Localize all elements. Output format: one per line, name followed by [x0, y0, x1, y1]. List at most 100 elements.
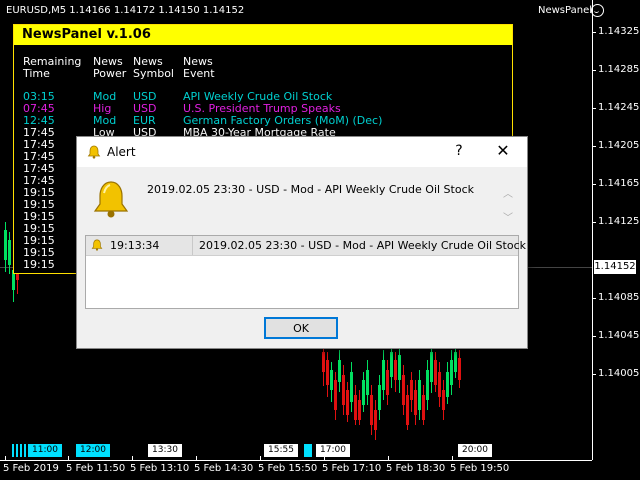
candle-body	[446, 372, 449, 397]
price-axis-tick	[592, 374, 596, 375]
time-axis-label: 5 Feb 14:30	[194, 463, 254, 474]
price-axis-tick	[592, 32, 596, 33]
candle-body	[382, 360, 385, 390]
time-axis-tick	[5, 456, 6, 460]
candle-body	[330, 370, 333, 390]
time-axis-label: 5 Feb 2019	[3, 463, 59, 474]
time-axis-tick	[132, 456, 133, 460]
news-marker-bar	[24, 444, 26, 457]
time-axis-tick	[68, 456, 69, 460]
time-axis-label: 5 Feb 11:50	[66, 463, 126, 474]
candle-body	[366, 370, 369, 395]
news-time-marker[interactable]: 13:30	[148, 444, 182, 457]
candle-body	[390, 352, 393, 377]
panel-name-label: NewsPanel	[538, 5, 592, 16]
candle-body	[338, 360, 341, 382]
news-marker-bar	[20, 444, 22, 457]
header-time: Time	[23, 67, 50, 80]
time-axis-label: 5 Feb 18:30	[386, 463, 446, 474]
price-axis-tick	[592, 184, 596, 185]
time-axis	[0, 460, 592, 461]
candle-body	[350, 372, 353, 402]
candle-body	[434, 360, 437, 385]
price-axis-tick	[592, 298, 596, 299]
header-power: Power	[93, 67, 127, 80]
dialog-titlebar[interactable]: Alert ? ✕	[77, 137, 527, 167]
candle-body	[334, 380, 337, 410]
price-axis-label: 1.14085	[598, 292, 640, 303]
candle-body	[394, 360, 397, 380]
price-axis-label: 1.14325	[598, 26, 640, 37]
candle-body	[454, 352, 457, 372]
candle-body	[406, 395, 409, 425]
list-item[interactable]: 19:13:34 2019.02.05 23:30 - USD - Mod - …	[86, 236, 526, 256]
symbol-info: EURUSD,M5 1.14166 1.14172 1.14150 1.1415…	[6, 5, 245, 16]
price-axis-label: 1.14045	[598, 330, 640, 341]
current-price-label: 1.14152	[594, 260, 636, 274]
candle-body	[374, 410, 377, 430]
news-panel-title: NewsPanel v.1.06	[14, 25, 512, 45]
time-axis-tick	[452, 456, 453, 460]
candle-body	[442, 390, 445, 410]
candle-body	[354, 395, 357, 420]
column-divider	[192, 236, 193, 255]
ok-button[interactable]: OK	[264, 317, 338, 339]
list-item-message: 2019.02.05 23:30 - USD - Mod - API Weekl…	[199, 239, 527, 252]
time-axis-tick	[196, 456, 197, 460]
list-item-time: 19:13:34	[110, 239, 160, 252]
news-time-marker[interactable]: 11:00	[28, 444, 62, 457]
price-axis-tick	[592, 222, 596, 223]
candle-body	[370, 395, 373, 425]
candle-body	[342, 375, 345, 405]
candle-body	[4, 230, 7, 260]
candle-body	[410, 380, 413, 400]
header-symbol: Symbol	[133, 67, 174, 80]
candle-body	[362, 380, 365, 405]
alert-message: 2019.02.05 23:30 - USD - Mod - API Weekl…	[147, 183, 475, 196]
scroll-up-icon[interactable]: ︿	[503, 185, 513, 200]
candle-body	[438, 372, 441, 397]
time-axis-label: 5 Feb 19:50	[450, 463, 510, 474]
alert-dialog[interactable]: Alert ? ✕ 2019.02.05 23:30 - USD - Mod -…	[76, 136, 528, 349]
news-time-marker[interactable]: 15:55	[264, 444, 298, 457]
bell-icon	[87, 145, 101, 159]
candle-body	[430, 352, 433, 382]
price-axis-tick	[592, 70, 596, 71]
news-time-marker[interactable]: 12:00	[76, 444, 110, 457]
candle-body	[8, 240, 11, 265]
header-event: Event	[183, 67, 215, 80]
news-time-marker[interactable]: 17:00	[316, 444, 350, 457]
candle-body	[378, 385, 381, 410]
news-time-marker[interactable]: 20:00	[458, 444, 492, 457]
time-axis-tick	[388, 456, 389, 460]
candle-body	[386, 370, 389, 395]
news-marker-bar	[16, 444, 18, 457]
candle-body	[326, 360, 329, 385]
dialog-title: Alert	[107, 145, 136, 159]
price-axis-label: 1.14165	[598, 178, 640, 189]
price-axis-tick	[592, 336, 596, 337]
price-axis-tick	[592, 108, 596, 109]
time-axis-label: 5 Feb 17:10	[322, 463, 382, 474]
candle-body	[418, 380, 421, 410]
candle-body	[426, 370, 429, 400]
news-marker-bar	[304, 444, 312, 457]
candle-body	[450, 360, 453, 385]
price-axis-label: 1.14005	[598, 368, 640, 379]
alert-history-list[interactable]: 19:13:34 2019.02.05 23:30 - USD - Mod - …	[85, 235, 526, 309]
price-axis-tick	[592, 146, 596, 147]
candle-body	[398, 355, 401, 380]
time-axis-tick	[260, 456, 261, 460]
candle-body	[322, 352, 325, 372]
candle-body	[402, 375, 405, 405]
candle-body	[414, 390, 417, 415]
help-button[interactable]: ?	[451, 143, 467, 159]
time-axis-label: 5 Feb 15:50	[258, 463, 318, 474]
close-button[interactable]: ✕	[493, 141, 513, 160]
candle-body	[422, 395, 425, 420]
news-marker-bar	[12, 444, 14, 457]
scroll-down-icon[interactable]: ﹀	[503, 209, 513, 224]
bell-icon	[91, 239, 103, 251]
candle-body	[458, 358, 461, 380]
time-axis-label: 5 Feb 13:10	[130, 463, 190, 474]
